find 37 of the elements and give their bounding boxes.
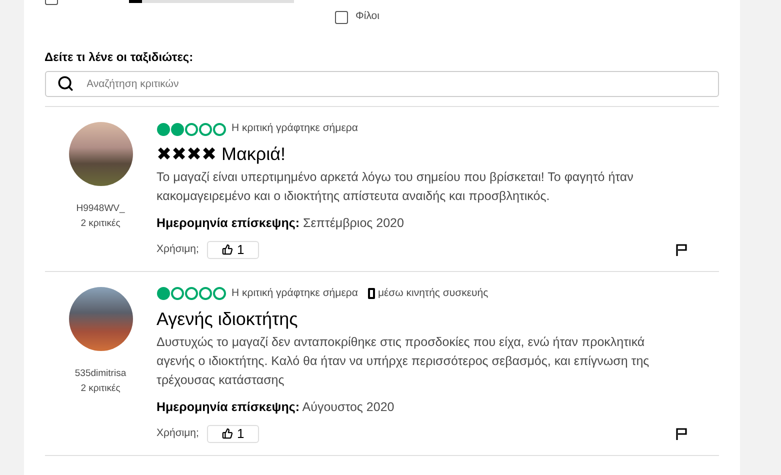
rating-bubble xyxy=(170,287,184,300)
rating-bubble xyxy=(156,122,170,136)
checkbox[interactable] xyxy=(334,10,348,24)
search-field[interactable]: Αναζήτηση κριτικών xyxy=(44,71,718,97)
helpful-button[interactable]: 1 xyxy=(206,424,260,442)
visit-date: Ημερομηνία επίσκεψης: Σεπτέμβριος 2020 xyxy=(156,215,405,232)
review-count: 2 κριτικές xyxy=(80,382,120,396)
thumbs-up-icon xyxy=(222,428,233,439)
review-text: Δυστυχώς το μαγαζί δεν ανταποκρίθηκε στις προσδοκίες που είχα, ενώ ήταν προκλητικά αγενής ο ιδιοκτήτης. Καλό θα ήταν να υπήρχε περισσότερος σεβασμός, και επίγνωση της τρέχουσας κατάστασης xyxy=(156,334,650,389)
username[interactable]: H9948WV_ xyxy=(76,201,125,217)
rating-bubble xyxy=(198,122,212,136)
thumbs-up-icon xyxy=(222,244,233,256)
rating-bubble xyxy=(184,287,198,300)
review-title[interactable]: ✖✖✖✖ Μακριά! xyxy=(156,142,688,166)
rating-bubble xyxy=(212,287,226,300)
rating-bubble xyxy=(170,122,184,136)
rating-bubble xyxy=(156,287,170,300)
helpful-label: Χρήσιμη; xyxy=(156,426,199,441)
phone-icon xyxy=(368,288,375,300)
search-icon xyxy=(56,75,74,92)
review-title[interactable]: Αγενής ιδιοκτήτης xyxy=(156,306,688,331)
review-date: Η κριτική γράφτηκε σήμερα xyxy=(232,286,358,301)
reviews-heading: Δείτε τι λένε οι ταξιδιώτες: xyxy=(44,49,194,66)
review-date: Η κριτική γράφτηκε σήμερα xyxy=(232,121,358,136)
mobile-note: μέσω κινητής συσκευής xyxy=(378,286,488,301)
helpful-button[interactable]: 1 xyxy=(206,240,260,259)
rating-bubble xyxy=(184,122,198,136)
review-count: 2 κριτικές xyxy=(80,217,120,231)
review-text: Το μαγαζί είναι υπερτιμημένο αρκετά λόγω του σημείου που βρίσκεται! Το φαγητό ήταν κακομαγειρεμένο και ο ιδιοκτήτης απίστευτα αναιδής και προσβλητικός. xyxy=(156,169,634,205)
visit-date: Ημερομηνία επίσκεψης: Αύγουστος 2020 xyxy=(156,398,396,416)
rating-bubble xyxy=(198,287,212,300)
username[interactable]: 535dimitrisa xyxy=(74,366,126,382)
friends-label[interactable]: Φίλοι xyxy=(356,9,380,25)
flag-icon[interactable] xyxy=(676,244,686,256)
flag-icon[interactable] xyxy=(676,428,686,440)
helpful-label: Χρήσιμη; xyxy=(156,242,199,257)
rating-bubble xyxy=(212,122,226,136)
